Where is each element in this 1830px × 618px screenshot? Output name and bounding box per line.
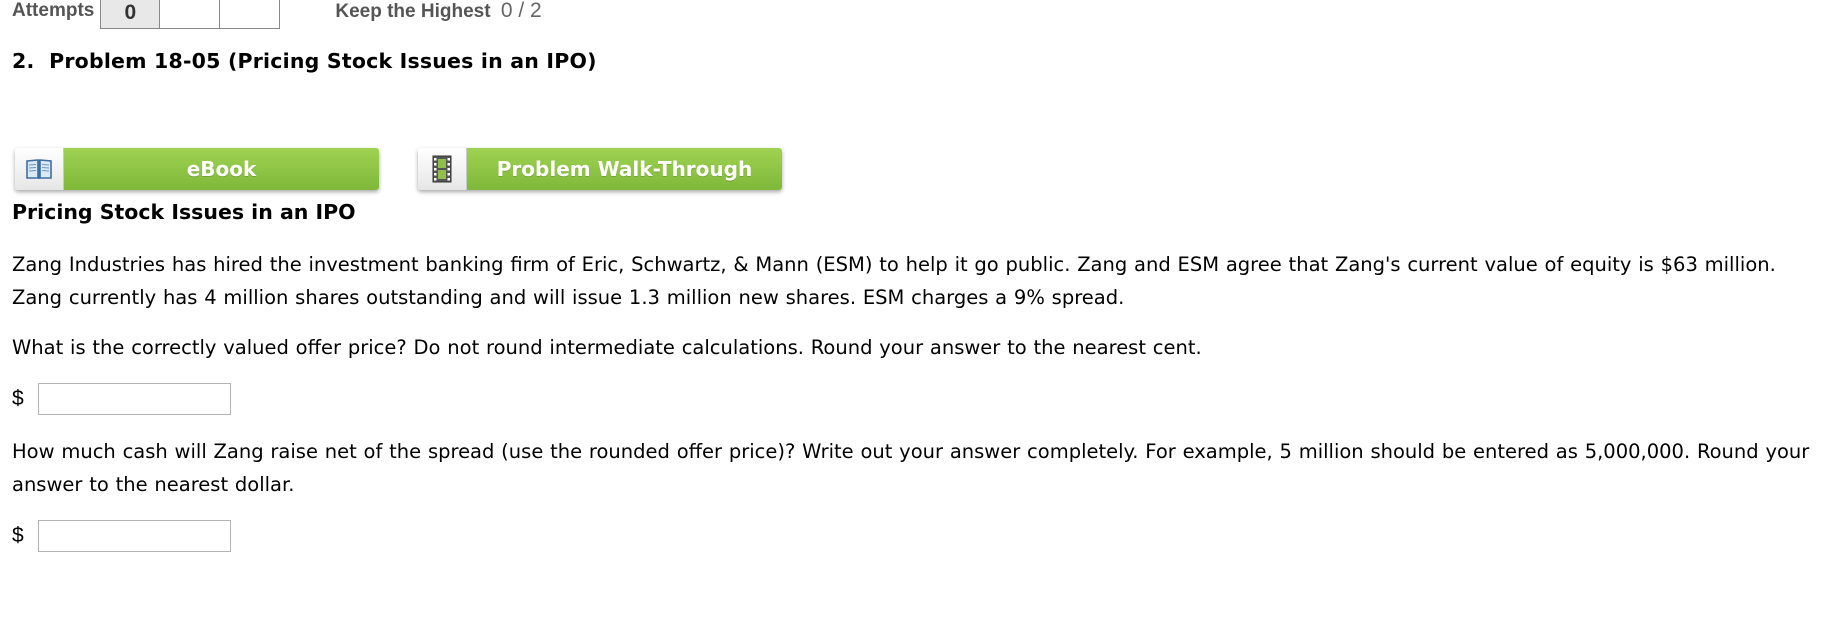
question-2: How much cash will Zang raise net of the… <box>12 440 1810 496</box>
attempt-box-3 <box>220 0 281 29</box>
question-1: What is the correctly valued offer price… <box>12 336 1202 359</box>
attempt-box-2 <box>160 0 221 29</box>
problem-walkthrough-button-label: Problem Walk-Through <box>467 148 782 190</box>
offer-price-input[interactable] <box>38 383 231 415</box>
problem-walkthrough-button[interactable]: Problem Walk-Through <box>418 148 782 190</box>
keep-highest-label: Keep the Highest <box>335 1 491 22</box>
problem-title: 2. Problem 18-05 (Pricing Stock Issues i… <box>12 49 597 73</box>
attempt-box-1: 0 <box>100 0 161 29</box>
keep-highest: Keep the Highest 0 / 2 <box>335 0 541 23</box>
book-icon <box>15 148 64 190</box>
ebook-button-label: eBook <box>64 148 379 190</box>
answer-2-currency: $ <box>12 524 24 547</box>
problem-intro: Zang Industries has hired the investment… <box>12 253 1776 309</box>
answer-1-currency: $ <box>12 387 24 410</box>
film-icon <box>418 148 467 190</box>
keep-highest-score: 0 / 2 <box>500 0 542 22</box>
attempts-bar: Attempts 0 Keep the Highest 0 / 2 <box>12 0 542 30</box>
net-cash-input[interactable] <box>38 520 231 552</box>
attempt-boxes: 0 <box>100 0 281 29</box>
attempts-label: Attempts <box>12 0 95 21</box>
section-heading: Pricing Stock Issues in an IPO <box>12 200 356 224</box>
ebook-button[interactable]: eBook <box>15 148 379 190</box>
answer-2-row: $ <box>12 520 231 552</box>
answer-1-row: $ <box>12 383 231 415</box>
